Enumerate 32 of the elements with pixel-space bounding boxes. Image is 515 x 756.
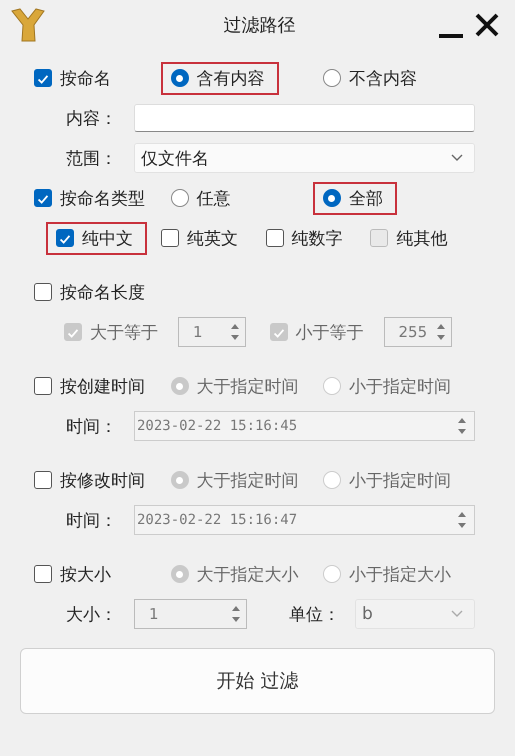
- minimize-icon: [439, 34, 463, 38]
- checkbox[interactable]: [34, 189, 52, 207]
- checkbox-label[interactable]: 纯英文: [186, 226, 238, 250]
- field-label: 内容：: [66, 108, 118, 130]
- close-button[interactable]: [473, 11, 501, 39]
- checkbox[interactable]: [266, 229, 284, 247]
- checkbox-label[interactable]: 纯中文: [82, 226, 133, 250]
- field-label: 单位：: [289, 604, 341, 626]
- content-field[interactable]: [134, 104, 475, 132]
- radio-button[interactable]: [170, 69, 189, 87]
- checkbox[interactable]: [160, 229, 179, 247]
- radio-label[interactable]: 任意: [196, 186, 231, 210]
- checkbox-label[interactable]: 纯数字: [292, 226, 342, 250]
- scope-dropdown[interactable]: 仅文件名: [134, 143, 475, 173]
- start-button[interactable]: 开始 过滤: [20, 648, 495, 714]
- radio-button[interactable]: [322, 189, 341, 207]
- field-label: 范围：: [66, 148, 118, 170]
- field-label: 时间：: [66, 416, 118, 438]
- checkbox-label[interactable]: 按命名: [60, 66, 111, 90]
- radio-button[interactable]: [322, 69, 341, 87]
- radio-label[interactable]: 全部: [348, 186, 383, 210]
- checkbox-label[interactable]: 按命名类型: [60, 186, 145, 210]
- checkbox[interactable]: [56, 229, 74, 247]
- field-label: 时间：: [66, 510, 118, 532]
- chevron-icon: [450, 153, 464, 163]
- window-title: 过滤路径: [222, 14, 296, 37]
- radio-label[interactable]: 不含内容: [348, 66, 417, 90]
- radio-button[interactable]: [170, 189, 189, 207]
- chevron-icon: [450, 609, 464, 619]
- checkbox[interactable]: [34, 69, 52, 87]
- field-label: 大小：: [66, 604, 118, 626]
- radio-label[interactable]: 含有内容: [196, 66, 265, 90]
